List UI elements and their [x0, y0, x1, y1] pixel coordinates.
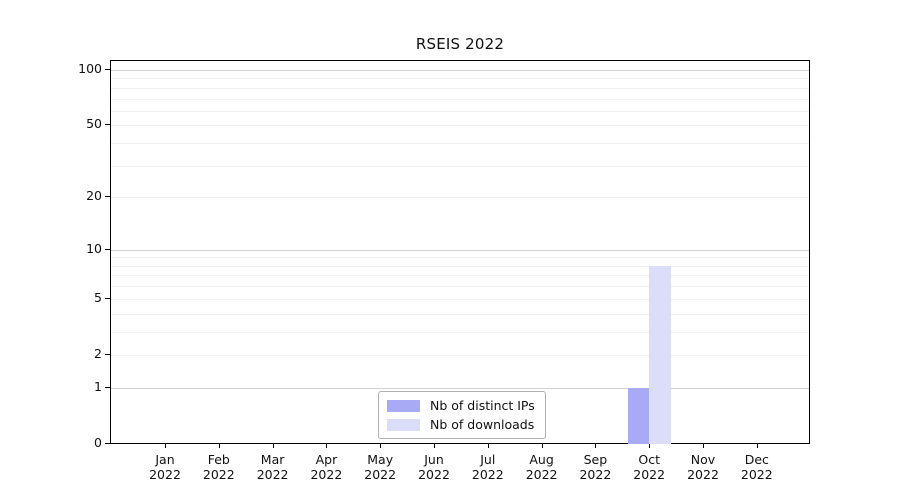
y-axis-tick [105, 443, 110, 444]
y-axis-tick [105, 69, 110, 70]
y-axis-tick [105, 249, 110, 250]
y-axis-label: 100 [38, 61, 102, 77]
legend-entry-downloads: Nb of downloads [387, 417, 535, 432]
gridline-major [111, 250, 809, 251]
x-axis-tick [380, 444, 381, 448]
gridline-minor [111, 257, 809, 258]
x-axis-tick [219, 444, 220, 448]
y-axis-tick [105, 124, 110, 125]
x-axis-label: Dec 2022 [725, 452, 789, 482]
gridline-minor [111, 286, 809, 287]
x-axis-tick [703, 444, 704, 448]
bar-downloads-oct [649, 266, 671, 444]
bar-distinct-ips-oct [628, 388, 650, 444]
y-axis-label: 0 [38, 435, 102, 451]
legend-label-distinct-ips: Nb of distinct IPs [430, 398, 535, 413]
x-axis-tick [165, 444, 166, 448]
gridline-minor [111, 299, 809, 300]
gridline-minor [111, 111, 809, 112]
gridline-minor [111, 197, 809, 198]
gridline-minor [111, 332, 809, 333]
x-axis-tick [595, 444, 596, 448]
y-axis-tick [105, 298, 110, 299]
gridline-minor [111, 78, 809, 79]
gridline-minor [111, 314, 809, 315]
gridline-minor [111, 99, 809, 100]
chart-rseis-2022: RSEIS 2022 Nb of distinct IPs Nb of down… [0, 0, 900, 500]
x-axis-tick [273, 444, 274, 448]
gridline-minor [111, 355, 809, 356]
x-axis-tick [542, 444, 543, 448]
gridline-minor [111, 88, 809, 89]
gridline-minor [111, 166, 809, 167]
gridline-minor [111, 266, 809, 267]
legend-entry-distinct-ips: Nb of distinct IPs [387, 398, 535, 413]
y-axis-label: 10 [38, 241, 102, 257]
legend-swatch-downloads [387, 419, 420, 431]
gridline-major [111, 70, 809, 71]
gridline-major [111, 388, 809, 389]
y-axis-tick [105, 387, 110, 388]
y-axis-label: 1 [38, 379, 102, 395]
y-axis-label: 50 [38, 116, 102, 132]
legend-label-downloads: Nb of downloads [430, 417, 534, 432]
y-axis-tick [105, 354, 110, 355]
x-axis-tick [434, 444, 435, 448]
y-axis-tick [105, 196, 110, 197]
gridline-minor [111, 143, 809, 144]
legend-swatch-distinct-ips [387, 400, 420, 412]
x-axis-tick [488, 444, 489, 448]
gridline-minor [111, 275, 809, 276]
chart-title: RSEIS 2022 [110, 35, 810, 53]
x-axis-tick [757, 444, 758, 448]
plot-area: Nb of distinct IPs Nb of downloads [110, 60, 810, 444]
y-axis-label: 20 [38, 188, 102, 204]
y-axis-label: 5 [38, 290, 102, 306]
y-axis-label: 2 [38, 346, 102, 362]
x-axis-tick [649, 444, 650, 448]
gridline-minor [111, 125, 809, 126]
x-axis-tick [326, 444, 327, 448]
legend: Nb of distinct IPs Nb of downloads [378, 391, 546, 439]
